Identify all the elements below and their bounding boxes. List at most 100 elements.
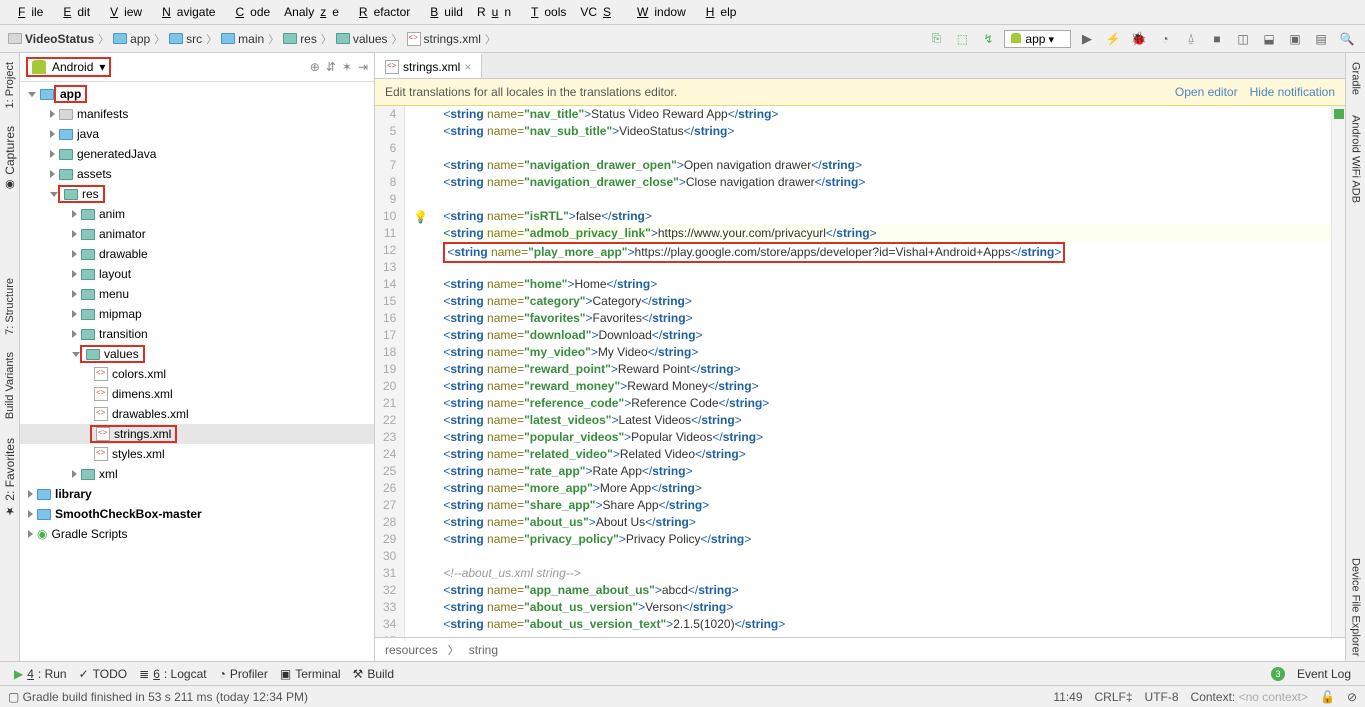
sdk-manager-icon[interactable]: ⬓ [1259, 29, 1279, 49]
menu-build[interactable]: Build [418, 3, 469, 21]
ide-status-icon[interactable]: ⊘ [1347, 690, 1357, 704]
menu-tools[interactable]: Tools [519, 3, 572, 21]
tree-item-styles-xml[interactable]: styles.xml [112, 447, 165, 461]
tree-item-res[interactable]: res [82, 187, 99, 201]
tool-event-log[interactable]: Event Log [1291, 667, 1357, 681]
tree-item-gradle-scripts[interactable]: Gradle Scripts [51, 527, 127, 541]
sync-gradle-icon[interactable]: ↯ [978, 29, 998, 49]
menu-analyze[interactable]: Analyze [278, 3, 345, 21]
crumb-src[interactable]: src [169, 32, 202, 46]
toolbar: VideoStatus〉 app〉 src〉 main〉 res〉 values… [0, 25, 1365, 53]
avd-icon[interactable]: ⬚ [952, 29, 972, 49]
settings-icon[interactable]: ✶ [342, 60, 352, 74]
line-separator[interactable]: CRLF‡ [1095, 690, 1133, 704]
tool-terminal[interactable]: ▣ Terminal [274, 667, 347, 681]
tool-build[interactable]: ⚒ Build [347, 667, 400, 681]
tree-item-app[interactable]: app [60, 87, 81, 101]
menu-refactor[interactable]: Refactor [347, 3, 416, 21]
menu-bar: File Edit View Navigate Code Analyze Ref… [0, 0, 1365, 25]
crumb-app[interactable]: app [113, 32, 150, 46]
attach-debugger-icon[interactable]: ⍙ [1181, 29, 1201, 49]
sidetab-gradle[interactable]: Gradle [1347, 57, 1365, 100]
sidetab-build-variants[interactable]: Build Variants [1, 347, 19, 424]
menu-file[interactable]: File [6, 3, 49, 21]
tree-item-animator[interactable]: animator [99, 227, 146, 241]
sidetab-android-wifi-adb[interactable]: Android WiFi ADB [1347, 110, 1365, 208]
sidetab-project[interactable]: 1: Project [1, 57, 19, 113]
analysis-ok-marker [1334, 109, 1344, 119]
file-encoding[interactable]: UTF-8 [1145, 690, 1179, 704]
target-icon[interactable]: ⊕ [310, 60, 320, 74]
menu-vcs[interactable]: VCS [574, 3, 623, 21]
tree-item-manifests[interactable]: manifests [77, 107, 128, 121]
hide-icon[interactable]: ⇥ [358, 60, 368, 74]
tree-item-assets[interactable]: assets [77, 167, 112, 181]
tool-logcat[interactable]: ≣ 6: Logcat [133, 667, 212, 681]
menu-help[interactable]: Help [694, 3, 743, 21]
tree-item-mipmap[interactable]: mipmap [99, 307, 142, 321]
project-tree[interactable]: app manifests java generatedJava assets … [20, 82, 374, 661]
tool-todo[interactable]: ✓ TODO [73, 667, 134, 681]
tree-item-layout[interactable]: layout [99, 267, 131, 281]
sidetab-favorites[interactable]: ★ 2: Favorites [0, 433, 20, 523]
footer-crumb-string[interactable]: string [469, 643, 498, 657]
profiler-icon[interactable]: ◔ [1155, 29, 1175, 49]
editor-error-stripe[interactable] [1331, 106, 1345, 637]
tree-item-generatedjava[interactable]: generatedJava [77, 147, 156, 161]
menu-edit[interactable]: Edit [51, 3, 96, 21]
tree-item-library[interactable]: library [55, 487, 92, 501]
close-icon[interactable]: × [464, 60, 471, 74]
tree-item-transition[interactable]: transition [99, 327, 148, 341]
menu-window[interactable]: Window [625, 3, 692, 21]
crumb-main[interactable]: main [221, 32, 264, 46]
run-button[interactable]: ▶ [1077, 29, 1097, 49]
crumb-project[interactable]: VideoStatus [8, 32, 94, 46]
cast-icon[interactable]: ⎘ [926, 29, 946, 49]
apply-changes-icon[interactable]: ⚡ [1103, 29, 1123, 49]
tab-strings-xml[interactable]: strings.xml× [375, 53, 482, 78]
tree-item-menu[interactable]: menu [99, 287, 129, 301]
sidetab-device-explorer[interactable]: Device File Explorer [1347, 553, 1365, 661]
tree-item-strings-xml[interactable]: strings.xml [114, 427, 171, 441]
layout-inspector-icon[interactable]: ◫ [1233, 29, 1253, 49]
tree-item-smoothcheckbox[interactable]: SmoothCheckBox-master [55, 507, 202, 521]
tool-run[interactable]: ▶4: Run [8, 667, 73, 681]
tree-item-anim[interactable]: anim [99, 207, 125, 221]
line-gutter[interactable]: 4567891011121314151617181920212223242526… [375, 106, 405, 637]
menu-navigate[interactable]: Navigate [150, 3, 221, 21]
collapse-all-icon[interactable]: ⇵ [326, 60, 336, 74]
cursor-position[interactable]: 11:49 [1053, 690, 1082, 704]
menu-code[interactable]: Code [223, 3, 276, 21]
project-view-selector[interactable]: Android ▾ [26, 57, 111, 77]
stop-icon[interactable]: ■ [1207, 29, 1227, 49]
tool-profiler[interactable]: ◔ Profiler [213, 667, 274, 681]
tree-item-xml[interactable]: xml [99, 467, 118, 481]
sidetab-captures[interactable]: ◉ Captures [0, 121, 20, 197]
sidetab-structure[interactable]: 7: Structure [1, 273, 19, 340]
tree-item-drawable[interactable]: drawable [99, 247, 148, 261]
project-structure-icon[interactable]: ▤ [1311, 29, 1331, 49]
hide-notification-link[interactable]: Hide notification [1250, 85, 1335, 99]
crumb-res[interactable]: res [283, 32, 317, 46]
tree-item-dimens-xml[interactable]: dimens.xml [112, 387, 173, 401]
lock-icon[interactable]: 🔓 [1320, 690, 1335, 704]
tree-item-colors-xml[interactable]: colors.xml [112, 367, 166, 381]
tool-window-toggle-icon[interactable]: ▢ [8, 690, 23, 704]
open-editor-link[interactable]: Open editor [1175, 85, 1238, 99]
footer-crumb-resources[interactable]: resources [385, 643, 438, 657]
run-config-combo[interactable]: app ▾ [1004, 30, 1071, 48]
translation-hint-bar: Edit translations for all locales in the… [375, 79, 1345, 106]
debug-button[interactable]: 🐞 [1129, 29, 1149, 49]
tree-item-values[interactable]: values [104, 347, 139, 361]
menu-view[interactable]: View [98, 3, 148, 21]
avd-manager-icon[interactable]: ▣ [1285, 29, 1305, 49]
crumb-values[interactable]: values [336, 32, 388, 46]
search-icon[interactable]: 🔍 [1337, 29, 1357, 49]
code-editor[interactable]: <string name="nav_title">Status Video Re… [405, 106, 1331, 637]
menu-run[interactable]: Run [471, 3, 517, 21]
context-label[interactable]: Context: <no context> [1191, 690, 1308, 704]
tree-item-java[interactable]: java [77, 127, 99, 141]
tree-item-drawables-xml[interactable]: drawables.xml [112, 407, 189, 421]
crumb-file[interactable]: strings.xml [407, 32, 481, 46]
toolbar-actions: ⎘ ⬚ ↯ app ▾ ▶ ⚡ 🐞 ◔ ⍙ ■ ◫ ⬓ ▣ ▤ 🔍 [926, 29, 1357, 49]
